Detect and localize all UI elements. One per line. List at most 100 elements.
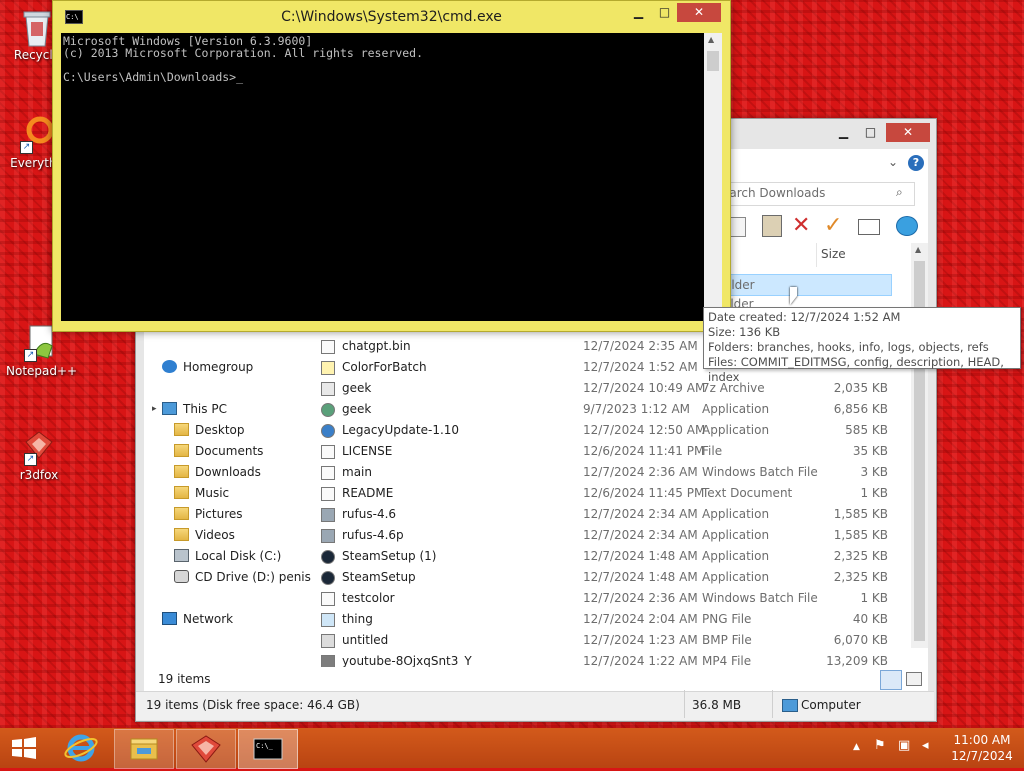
nav-label: Videos: [195, 528, 235, 542]
taskbar-file-explorer[interactable]: [114, 729, 174, 769]
delete-icon[interactable]: ✕: [792, 213, 810, 238]
file-date: 12/6/2024 11:45 PM: [583, 486, 705, 500]
taskbar-internet-explorer[interactable]: [52, 729, 110, 767]
file-name: geek: [342, 402, 372, 416]
search-icon[interactable]: ⌕: [896, 185, 903, 200]
tooltip-line: Date created: 12/7/2024 1:52 AM: [708, 310, 901, 324]
volume-icon[interactable]: ◂: [922, 738, 929, 753]
nav-item-documents[interactable]: Documents: [174, 441, 263, 461]
vertical-scrollbar[interactable]: ▲: [911, 243, 928, 648]
file-row[interactable]: SteamSetup 12/7/2024 1:48 AM Application 2,…: [321, 567, 901, 588]
taskbar-clock[interactable]: 11:00 AM 12/7/2024: [944, 732, 1020, 764]
cmd-close-button[interactable]: ✕: [677, 3, 721, 22]
nav-item-music[interactable]: Music: [174, 483, 229, 503]
file-row[interactable]: README 12/6/2024 11:45 PM Text Document 1 K…: [321, 483, 901, 504]
svg-text:C:\_: C:\_: [256, 742, 274, 750]
file-row[interactable]: youtube-8OjxqSnt3_Y 12/7/2024 1:22 AM MP4 …: [321, 651, 901, 667]
file-size: 2,325 KB: [833, 570, 888, 584]
cmd-scrollbar[interactable]: ▲: [704, 33, 722, 321]
file-name: main: [342, 465, 372, 479]
nav-item-pictures[interactable]: Pictures: [174, 504, 243, 524]
file-row[interactable]: thing 12/7/2024 2:04 AM PNG File 40 KB: [321, 609, 901, 630]
file-name: chatgpt.bin: [342, 339, 411, 353]
action-center-icon[interactable]: ⚑: [874, 738, 886, 753]
selected-folder-row[interactable]: older: [721, 274, 892, 296]
nav-item-this-pc[interactable]: ▸ This PC: [152, 399, 227, 419]
column-header-size[interactable]: Size: [821, 247, 846, 261]
file-row[interactable]: rufus-4.6p 12/7/2024 2:34 AM Application 1,…: [321, 525, 901, 546]
paste-icon[interactable]: [762, 215, 782, 237]
item-count: 19 items: [158, 672, 211, 686]
file-row[interactable]: untitled 12/7/2024 1:23 AM BMP File 6,070 K…: [321, 630, 901, 651]
file-type: Application: [702, 528, 770, 542]
file-name: LegacyUpdate-1.10: [342, 423, 460, 437]
file-size: 2,325 KB: [833, 549, 888, 563]
item-count-bar: 19 items: [144, 667, 928, 691]
console-line: (c) 2013 Microsoft Corporation. All righ…: [63, 46, 424, 60]
cmd-title-bar[interactable]: C:\ C:\Windows\System32\cmd.exe ▁ □ ✕: [53, 1, 730, 33]
nav-item-local-disk[interactable]: Local Disk (C:): [174, 546, 281, 566]
computer-icon: [782, 699, 798, 712]
chevron-down-icon[interactable]: ⌄: [888, 155, 898, 169]
file-icon: [321, 361, 335, 375]
file-row[interactable]: testcolor 12/7/2024 2:36 AM Windows Batch …: [321, 588, 901, 609]
details-view-icon[interactable]: [880, 670, 902, 690]
file-date: 12/7/2024 2:35 AM: [583, 339, 698, 353]
cmd-maximize-button[interactable]: □: [651, 3, 678, 22]
nav-label: Pictures: [195, 507, 243, 521]
file-icon: [321, 550, 335, 564]
taskbar-r3dfox[interactable]: [176, 729, 236, 769]
nav-label: Downloads: [195, 465, 261, 479]
file-row[interactable]: LICENSE 12/6/2024 11:41 PM File 35 KB: [321, 441, 901, 462]
explorer-maximize-button[interactable]: □: [857, 123, 884, 142]
file-name: untitled: [342, 633, 389, 647]
file-icon: [321, 445, 335, 459]
taskbar-cmd[interactable]: C:\_: [238, 729, 298, 769]
expand-arrow-icon[interactable]: ▸: [152, 399, 157, 419]
file-date: 12/7/2024 2:36 AM: [583, 591, 698, 605]
desktop-icon-r3dfox[interactable]: ↗ r3dfox: [6, 428, 72, 482]
help-icon[interactable]: ?: [908, 155, 924, 171]
file-row[interactable]: geek 9/7/2023 1:12 AM Application 6,856 KB: [321, 399, 901, 420]
file-explorer-icon: [130, 738, 158, 760]
cmd-minimize-button[interactable]: ▁: [625, 3, 652, 22]
tooltip-line: Size: 136 KB: [708, 325, 781, 339]
scrollbar-thumb[interactable]: [707, 51, 719, 71]
nav-item-desktop[interactable]: Desktop: [174, 420, 245, 440]
status-location: Computer: [801, 698, 861, 712]
clock-time: 11:00 AM: [953, 733, 1011, 747]
check-icon[interactable]: ✓: [824, 213, 842, 238]
explorer-minimize-button[interactable]: ▁: [830, 123, 857, 142]
nav-item-cd-drive[interactable]: CD Drive (D:) penis: [174, 567, 311, 587]
scroll-up-icon[interactable]: ▲: [708, 35, 714, 44]
file-name: thing: [342, 612, 373, 626]
network-icon: [162, 612, 177, 625]
scroll-up-icon[interactable]: ▲: [915, 245, 921, 254]
desktop-icon-notepadpp[interactable]: ↗ Notepad++: [6, 324, 77, 378]
file-row[interactable]: rufus-4.6 12/7/2024 2:34 AM Application 1,5…: [321, 504, 901, 525]
file-row[interactable]: main 12/7/2024 2:36 AM Windows Batch File 3…: [321, 462, 901, 483]
start-button[interactable]: [2, 729, 46, 767]
large-icons-view-icon[interactable]: [906, 672, 922, 686]
show-hidden-icons-icon[interactable]: ▲: [853, 742, 860, 752]
file-row[interactable]: SteamSetup (1) 12/7/2024 1:48 AM Applicati…: [321, 546, 901, 567]
nav-item-homegroup[interactable]: Homegroup: [162, 357, 253, 377]
file-size: 1 KB: [860, 591, 888, 605]
network-status-icon[interactable]: ▣: [898, 738, 910, 753]
cmd-console[interactable]: Microsoft Windows [Version 6.3.9600] (c) …: [61, 33, 704, 321]
nav-item-network[interactable]: Network: [162, 609, 233, 629]
search-input[interactable]: earch Downloads ⌕: [721, 182, 915, 206]
file-row[interactable]: LegacyUpdate-1.10 12/7/2024 12:50 AM Appli…: [321, 420, 901, 441]
properties-icon[interactable]: [896, 216, 918, 236]
explorer-close-button[interactable]: ✕: [886, 123, 930, 142]
file-date: 12/7/2024 1:23 AM: [583, 633, 698, 647]
nav-item-videos[interactable]: Videos: [174, 525, 235, 545]
folder-icon: [174, 507, 189, 520]
nav-item-downloads[interactable]: Downloads: [174, 462, 261, 482]
notepadpp-icon: ↗: [22, 324, 56, 362]
rename-icon[interactable]: [858, 219, 880, 235]
file-type: Application: [702, 423, 770, 437]
file-date: 12/7/2024 2:34 AM: [583, 507, 698, 521]
cmd-window[interactable]: C:\ C:\Windows\System32\cmd.exe ▁ □ ✕ Mi…: [52, 0, 731, 332]
column-divider: [816, 243, 817, 267]
